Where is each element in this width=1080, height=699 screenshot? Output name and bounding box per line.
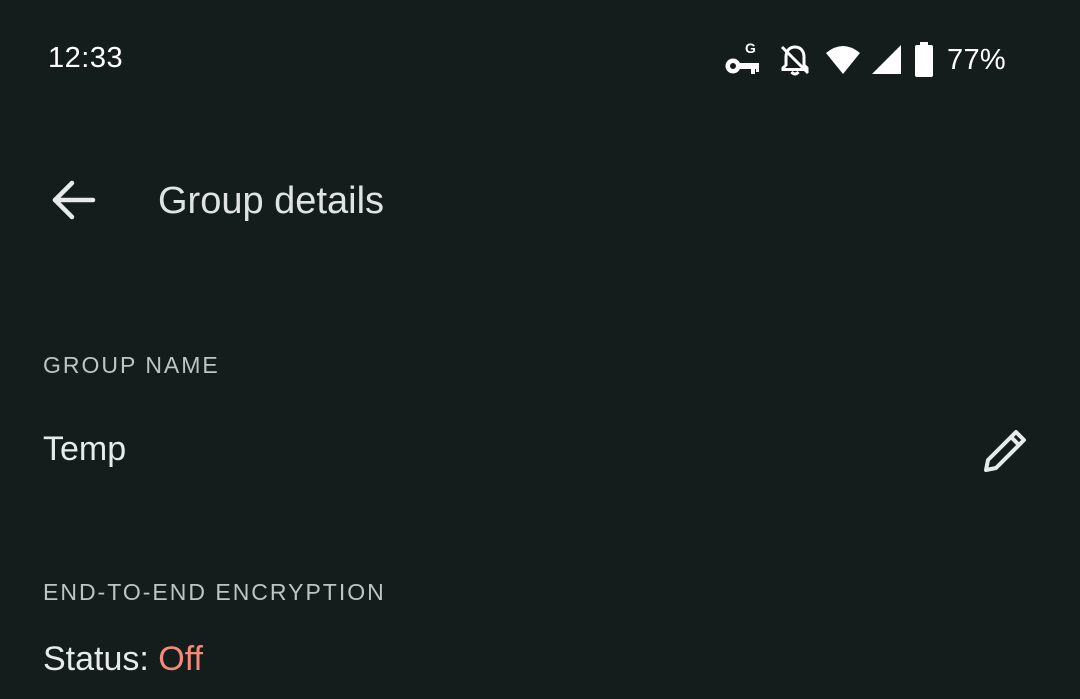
encryption-status-prefix: Status: xyxy=(43,640,159,678)
encryption-section-label: END-TO-END ENCRYPTION xyxy=(43,579,386,605)
app-bar: Group details xyxy=(0,150,1080,254)
arrow-back-icon xyxy=(51,180,97,225)
cell-signal-icon xyxy=(865,43,909,77)
svg-text:G: G xyxy=(745,40,756,56)
back-button[interactable] xyxy=(30,168,118,236)
page-title: Group details xyxy=(158,180,385,222)
notifications-off-icon xyxy=(769,42,821,78)
encryption-status-value: Off xyxy=(158,640,204,678)
encryption-status: Status: Off xyxy=(43,640,203,679)
group-name-row[interactable]: Temp xyxy=(0,400,1080,500)
battery-percent: 77% xyxy=(947,43,1006,76)
group-name-section-label: GROUP NAME xyxy=(43,352,220,378)
status-time: 12:33 xyxy=(48,42,124,74)
battery-icon xyxy=(909,42,939,78)
vpn-key-icon: G xyxy=(717,40,769,80)
pencil-icon xyxy=(980,424,1032,481)
group-name-value: Temp xyxy=(43,430,127,468)
edit-group-name-button[interactable] xyxy=(970,420,1042,484)
status-icons: G 77% xyxy=(717,36,1006,84)
wifi-icon xyxy=(821,43,865,77)
status-bar: 12:33 G 77% xyxy=(0,0,1080,120)
